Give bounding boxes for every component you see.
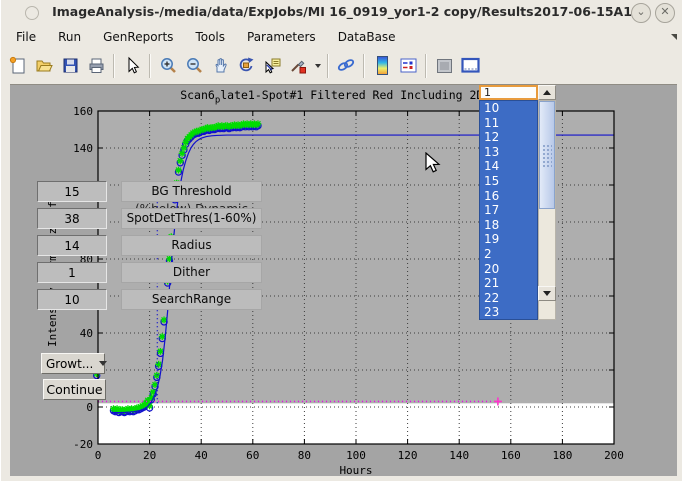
arrow-down-icon xyxy=(543,291,551,296)
pan-hand-icon[interactable] xyxy=(207,53,233,79)
spotdetthres-input[interactable] xyxy=(37,208,107,229)
svg-text:160: 160 xyxy=(73,105,93,118)
dock-figure-icon[interactable] xyxy=(457,53,483,79)
print-icon[interactable] xyxy=(83,53,109,79)
growth-curve-plot: 020406080100120140160180200-200204060801… xyxy=(10,85,677,476)
svg-text:Hours: Hours xyxy=(339,464,372,476)
menu-overflow-icon[interactable] xyxy=(671,34,677,40)
svg-text:200: 200 xyxy=(604,449,624,462)
window-title: ImageAnalysis-/media/data/ExpJobs/MI 16_… xyxy=(1,4,682,19)
rotate-3d-icon[interactable] xyxy=(233,53,259,79)
svg-text:-20: -20 xyxy=(73,438,93,451)
figure-area: 020406080100120140160180200-200204060801… xyxy=(10,84,677,476)
dropdown-item-20[interactable]: 20 xyxy=(480,262,537,277)
scroll-up-button[interactable] xyxy=(538,85,556,100)
svg-text:120: 120 xyxy=(398,449,418,462)
insert-colorbar-icon[interactable] xyxy=(369,53,395,79)
shade-button[interactable]: ⌄ xyxy=(631,3,651,23)
scrollbar-thumb[interactable] xyxy=(539,101,555,209)
dropdown-item-10[interactable]: 10 xyxy=(480,101,537,116)
open-file-icon[interactable] xyxy=(31,53,57,79)
spot-number-list: 10111213141516171819220212223 xyxy=(479,100,538,320)
scrollbar-grip xyxy=(542,144,552,168)
bg-threshold-input[interactable] xyxy=(37,181,107,202)
dropdown-item-2[interactable]: 2 xyxy=(480,247,537,262)
spot-number-value[interactable]: 1 xyxy=(479,85,538,100)
new-file-icon[interactable] xyxy=(5,53,31,79)
svg-text:180: 180 xyxy=(552,449,572,462)
plot-title: Scan6plate1-Spot#1 Filtered Red Includin… xyxy=(36,88,676,105)
growth-dropdown[interactable]: Growt... xyxy=(41,353,105,374)
scroll-down-button[interactable] xyxy=(538,286,556,301)
menu-bar: FileRunGenReportsToolsParametersDataBase xyxy=(1,26,682,48)
svg-text:0: 0 xyxy=(86,401,93,414)
menu-item-database[interactable]: DataBase xyxy=(327,28,407,46)
dropdown-item-17[interactable]: 17 xyxy=(480,203,537,218)
toolbar xyxy=(1,48,682,83)
svg-text:0: 0 xyxy=(95,449,102,462)
dropdown-item-15[interactable]: 15 xyxy=(480,174,537,189)
title-bar: ImageAnalysis-/media/data/ExpJobs/MI 16_… xyxy=(1,0,682,26)
insert-legend-icon[interactable] xyxy=(395,53,421,79)
mouse-cursor-icon xyxy=(425,152,441,174)
svg-text:100: 100 xyxy=(346,449,366,462)
radius-label: Radius xyxy=(121,235,262,256)
searchrange-input[interactable] xyxy=(37,289,107,310)
brush-dropdown-icon[interactable] xyxy=(311,53,323,79)
svg-text:20: 20 xyxy=(143,449,156,462)
data-cursor-icon[interactable] xyxy=(259,53,285,79)
growth-dropdown-label: Growt... xyxy=(46,357,93,371)
dropdown-item-23[interactable]: 23 xyxy=(480,305,537,320)
zoom-out-icon[interactable] xyxy=(181,53,207,79)
dropdown-item-18[interactable]: 18 xyxy=(480,218,537,233)
menu-item-file[interactable]: File xyxy=(5,28,47,46)
svg-text:160: 160 xyxy=(501,449,521,462)
arrow-cursor-icon[interactable] xyxy=(119,53,145,79)
dropdown-item-12[interactable]: 12 xyxy=(480,130,537,145)
dropdown-item-13[interactable]: 13 xyxy=(480,145,537,160)
arrow-up-icon xyxy=(543,90,551,95)
dropdown-item-22[interactable]: 22 xyxy=(480,291,537,306)
spotdetthres-label: SpotDetThres(1-60%) xyxy=(121,208,262,229)
app-window: ImageAnalysis-/media/data/ExpJobs/MI 16_… xyxy=(0,0,682,481)
menu-item-tools[interactable]: Tools xyxy=(184,28,236,46)
dropdown-item-16[interactable]: 16 xyxy=(480,189,537,204)
dither-input[interactable] xyxy=(37,262,107,283)
dropdown-item-19[interactable]: 19 xyxy=(480,232,537,247)
svg-text:40: 40 xyxy=(195,449,208,462)
brush-icon[interactable] xyxy=(285,53,311,79)
dither-label: Dither xyxy=(121,262,262,283)
menu-item-genreports[interactable]: GenReports xyxy=(92,28,184,46)
close-button[interactable]: ✕ xyxy=(655,3,675,23)
bg-threshold-label: BG Threshold xyxy=(121,181,262,202)
hide-plot-tools-icon[interactable] xyxy=(431,53,457,79)
svg-text:80: 80 xyxy=(298,449,311,462)
svg-text:40: 40 xyxy=(80,327,93,340)
save-icon[interactable] xyxy=(57,53,83,79)
svg-text:140: 140 xyxy=(449,449,469,462)
svg-text:140: 140 xyxy=(73,142,93,155)
continue-button[interactable]: Continue xyxy=(43,379,106,400)
svg-text:60: 60 xyxy=(246,449,259,462)
searchrange-label: SearchRange xyxy=(121,289,262,310)
dropdown-item-14[interactable]: 14 xyxy=(480,159,537,174)
dropdown-item-21[interactable]: 21 xyxy=(480,276,537,291)
link-plots-icon[interactable] xyxy=(333,53,359,79)
dropdown-item-11[interactable]: 11 xyxy=(480,116,537,131)
radius-input[interactable] xyxy=(37,235,107,256)
menu-item-run[interactable]: Run xyxy=(47,28,92,46)
menu-item-parameters[interactable]: Parameters xyxy=(236,28,327,46)
zoom-in-icon[interactable] xyxy=(155,53,181,79)
chevron-down-icon xyxy=(99,361,107,366)
